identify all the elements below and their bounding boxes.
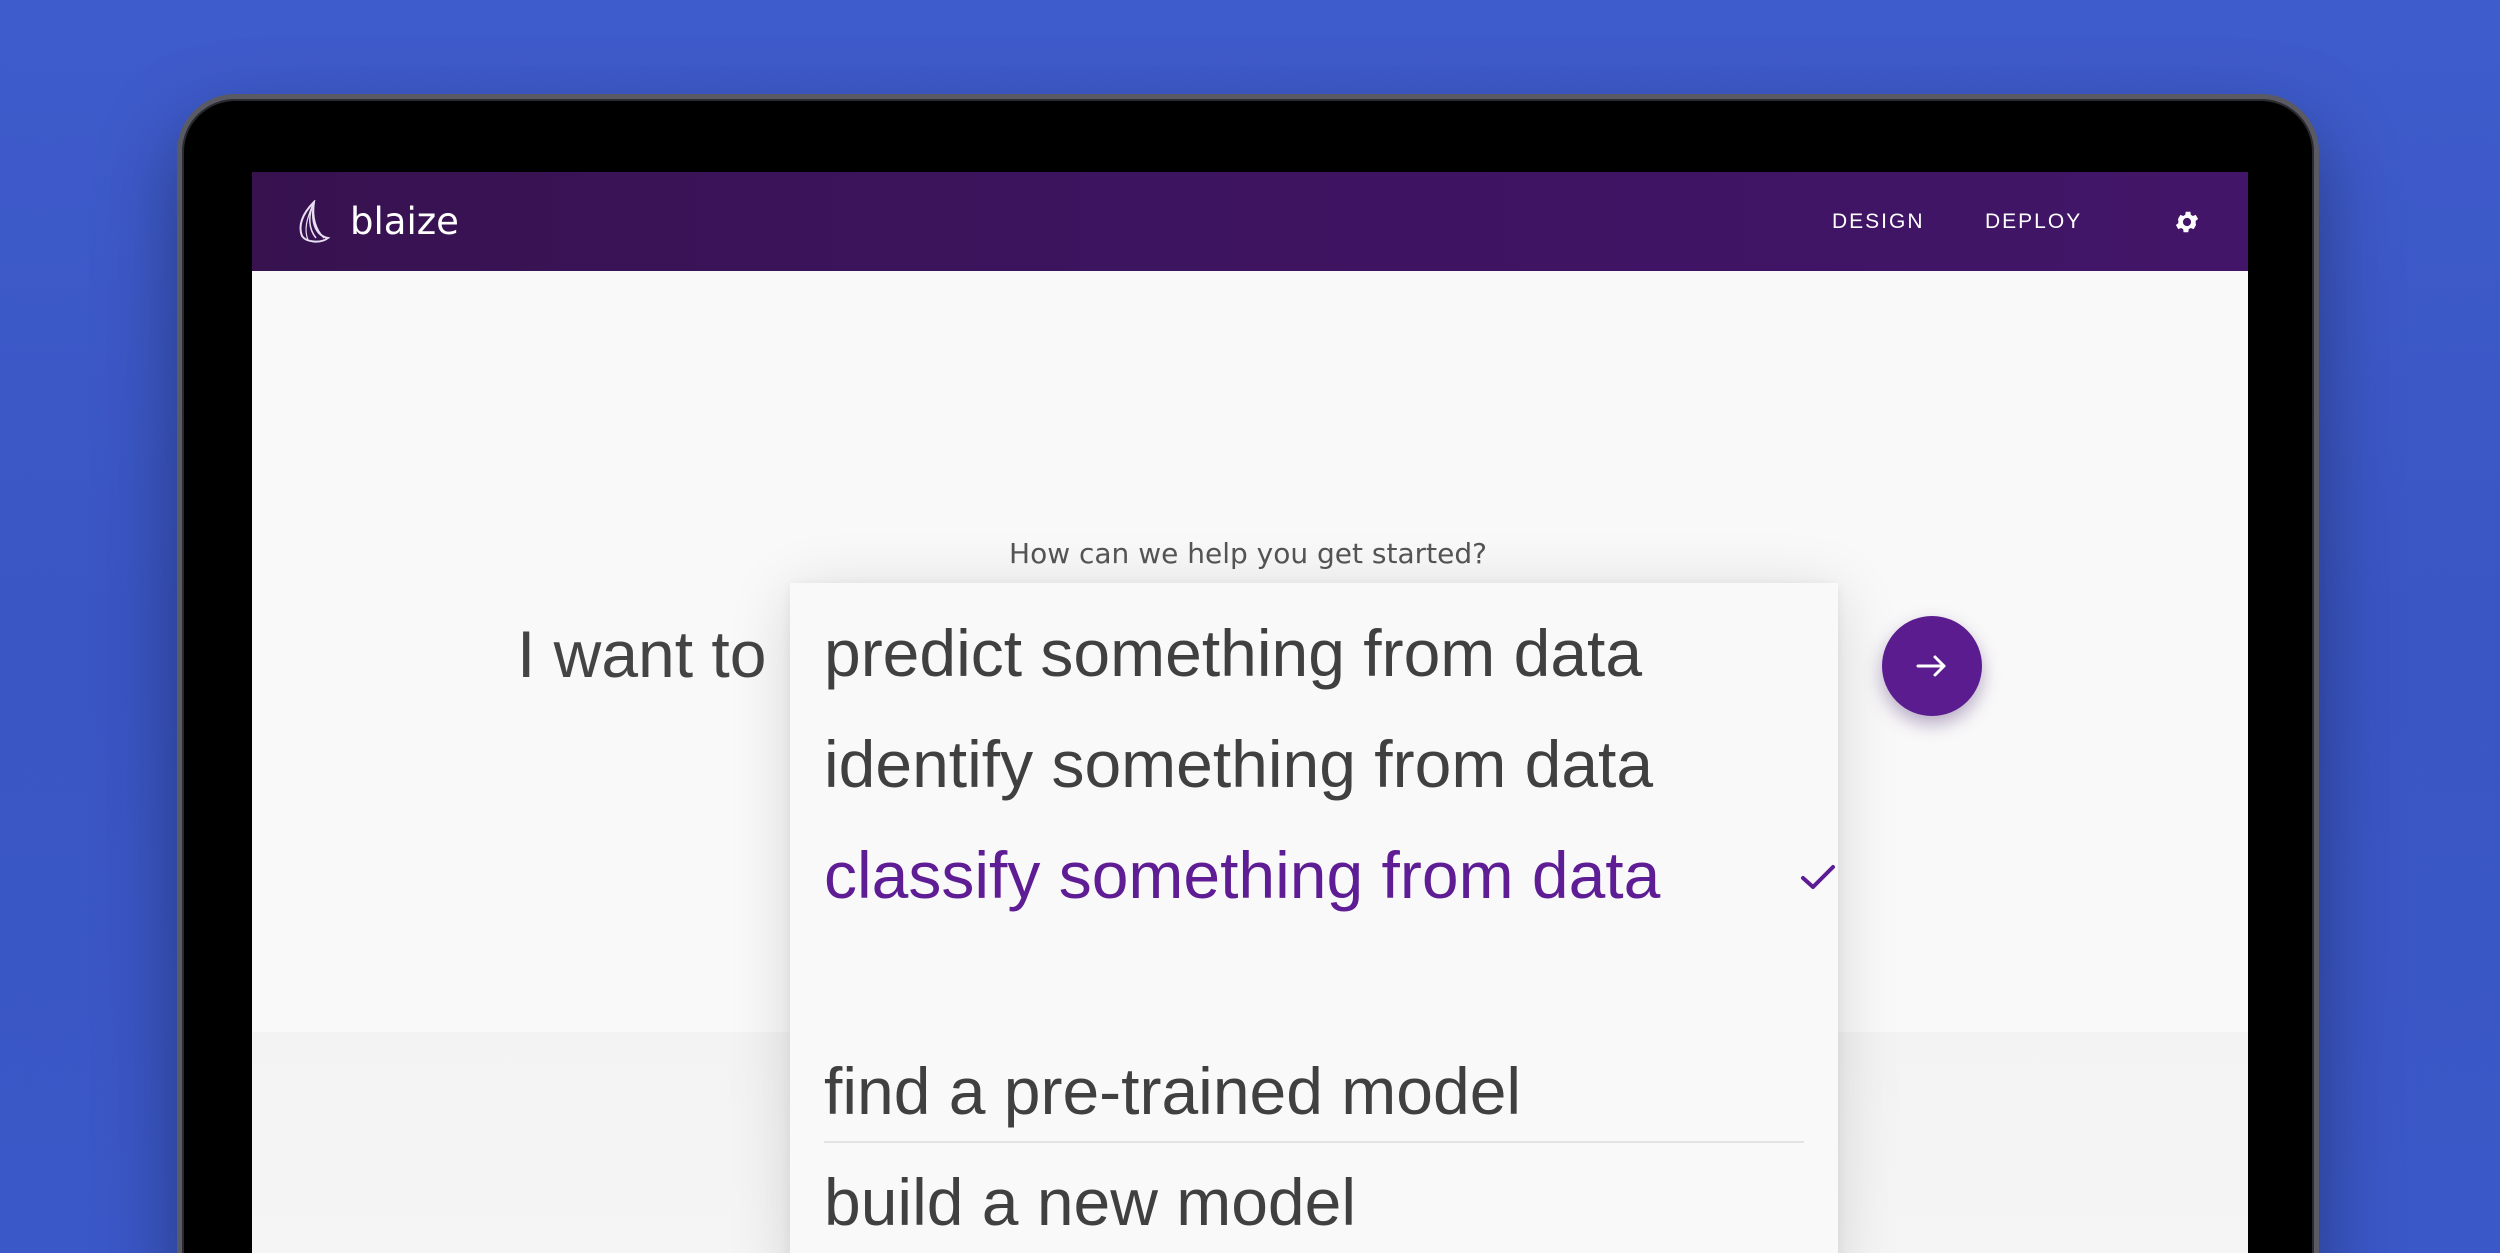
- help-prompt-text: How can we help you get started?: [1009, 537, 1487, 570]
- check-icon: [1801, 865, 1835, 889]
- options-divider: [824, 1141, 1804, 1143]
- top-navbar: blaize DESIGN DEPLOY: [252, 172, 2248, 271]
- option-find-pretrained[interactable]: find a pre-trained model: [824, 1051, 1521, 1131]
- goal-dropdown-menu: predict something from data identify som…: [790, 583, 1838, 1253]
- lead-text: I want to: [517, 617, 767, 691]
- gear-icon[interactable]: [2173, 208, 2201, 236]
- option-predict[interactable]: predict something from data: [824, 613, 1642, 693]
- option-identify[interactable]: identify something from data: [824, 724, 1653, 804]
- nav-design-link[interactable]: DESIGN: [1832, 208, 1925, 236]
- app-screen: blaize DESIGN DEPLOY How can we help you…: [252, 172, 2248, 1253]
- logo-text: blaize: [350, 200, 459, 243]
- option-build-new[interactable]: build a new model: [824, 1162, 1356, 1242]
- option-classify-selected[interactable]: classify something from data: [824, 835, 1660, 915]
- nav-deploy-link[interactable]: DEPLOY: [1985, 208, 2082, 236]
- arrow-right-icon: [1916, 655, 1946, 677]
- blaize-logo-icon: [299, 200, 331, 243]
- brand-logo[interactable]: blaize: [294, 200, 459, 244]
- help-prompt: How can we help you get started?: [252, 536, 2248, 572]
- submit-button[interactable]: [1882, 616, 1982, 716]
